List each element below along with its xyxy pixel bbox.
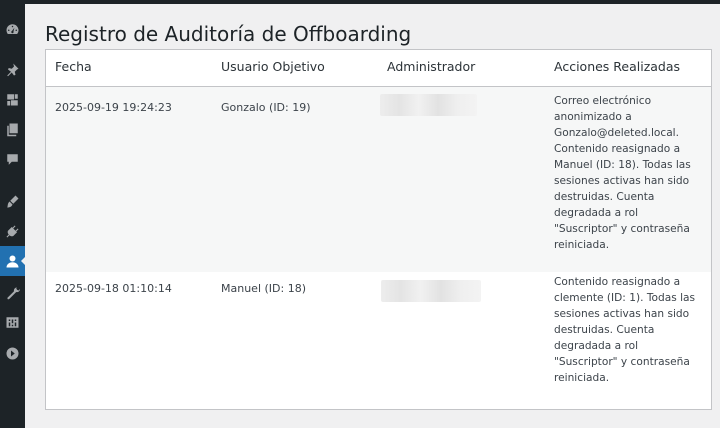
column-header-administrador[interactable]: Administrador — [387, 59, 475, 74]
sidebar-item-dashboard[interactable] — [0, 16, 25, 42]
pages-icon — [7, 123, 18, 136]
comments-icon — [7, 153, 18, 165]
sidebar-item-settings[interactable] — [0, 309, 25, 335]
sidebar-item-comments[interactable] — [0, 146, 25, 172]
sidebar-item-pages[interactable] — [0, 116, 25, 142]
sidebar-item-users[interactable] — [0, 246, 26, 276]
table-row: 2025-09-18 01:10:14 Manuel (ID: 18) Cont… — [46, 272, 711, 409]
sidebar-item-plugins[interactable] — [0, 218, 25, 244]
sidebar-item-appearance[interactable] — [0, 188, 25, 214]
cell-fecha: 2025-09-18 01:10:14 — [55, 282, 172, 295]
appearance-brush-icon — [7, 195, 19, 207]
media-icon — [7, 93, 18, 105]
admin-bar — [0, 0, 720, 4]
table-header: Fecha Usuario Objetivo Administrador Acc… — [46, 50, 711, 87]
redacted-administrador — [381, 280, 481, 302]
cell-usuario-objetivo: Manuel (ID: 18) — [221, 282, 306, 295]
settings-icon — [6, 316, 19, 328]
plugins-icon — [6, 225, 19, 237]
redacted-administrador — [380, 94, 477, 116]
collapse-menu-icon — [6, 347, 19, 359]
tools-wrench-icon — [7, 286, 20, 299]
column-header-usuario-objetivo[interactable]: Usuario Objetivo — [221, 59, 325, 74]
page-title: Registro de Auditoría de Offboarding — [45, 22, 412, 46]
table-row: 2025-09-19 19:24:23 Gonzalo (ID: 19) Cor… — [46, 87, 711, 272]
users-icon — [6, 255, 19, 267]
cell-acciones: Contenido reasignado a clemente (ID: 1).… — [554, 276, 696, 384]
cell-acciones: Correo electrónico anonimizado a Gonzalo… — [554, 95, 691, 251]
column-header-fecha[interactable]: Fecha — [55, 59, 92, 74]
sidebar-item-collapse[interactable] — [0, 340, 25, 366]
column-header-acciones[interactable]: Acciones Realizadas — [554, 59, 680, 74]
dashboard-icon — [6, 23, 19, 34]
sidebar-item-posts[interactable] — [0, 56, 25, 82]
cell-usuario-objetivo: Gonzalo (ID: 19) — [221, 101, 311, 114]
admin-sidebar — [0, 0, 26, 428]
posts-pin-icon — [7, 63, 19, 76]
audit-log-table: Fecha Usuario Objetivo Administrador Acc… — [45, 49, 712, 410]
sidebar-item-media[interactable] — [0, 86, 25, 112]
sidebar-item-tools[interactable] — [0, 280, 25, 306]
cell-fecha: 2025-09-19 19:24:23 — [55, 101, 172, 114]
active-menu-pointer — [21, 256, 26, 266]
